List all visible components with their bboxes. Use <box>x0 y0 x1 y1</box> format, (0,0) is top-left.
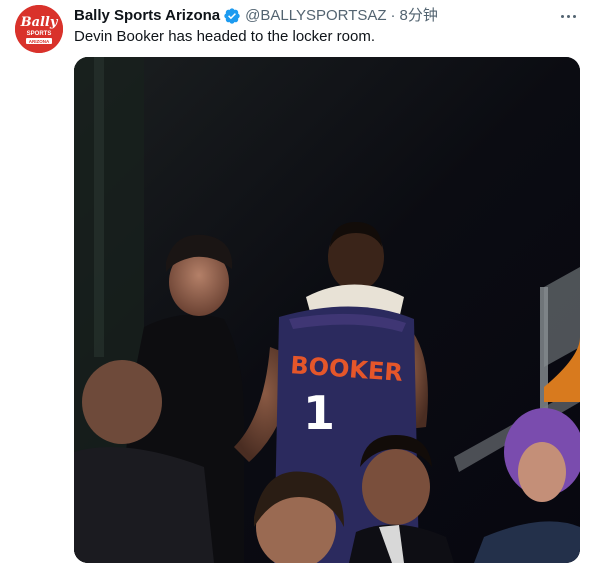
more-horizontal-icon[interactable] <box>558 6 578 26</box>
svg-text:SPORTS: SPORTS <box>27 31 52 37</box>
separator-dot: · <box>390 7 396 24</box>
tweet-timestamp[interactable]: 8分钟 <box>400 6 438 26</box>
author-handle[interactable]: @BALLYSPORTSAZ <box>245 6 386 26</box>
author-name[interactable]: Bally Sports Arizona <box>74 6 220 26</box>
tweet-text: Devin Booker has headed to the locker ro… <box>74 28 376 45</box>
author-avatar[interactable]: Bally SPORTS ARIZONA <box>15 5 63 53</box>
svg-text:Bally: Bally <box>20 15 59 30</box>
tweet-video[interactable]: BOOKER 1 <box>74 57 580 563</box>
tweet-card[interactable]: Bally SPORTS ARIZONA Bally Sports Arizon… <box>0 0 609 566</box>
jersey-number: 1 <box>303 386 335 440</box>
tweet-header: Bally Sports Arizona @BALLYSPORTSAZ · 8分… <box>74 6 589 26</box>
verified-badge-icon <box>223 7 241 25</box>
bally-sports-logo: Bally SPORTS ARIZONA <box>15 5 63 53</box>
video-frame: BOOKER 1 <box>74 57 580 563</box>
svg-text:ARIZONA: ARIZONA <box>29 39 50 44</box>
